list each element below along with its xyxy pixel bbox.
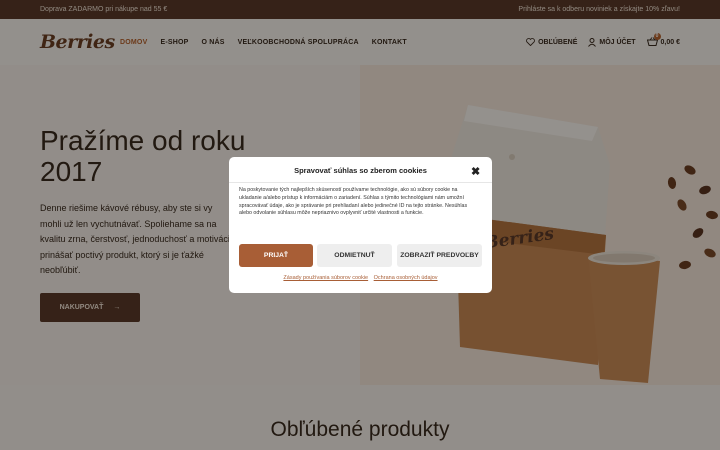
privacy-policy-link[interactable]: Ochrana osobných údajov xyxy=(374,275,438,281)
accept-cookies-button[interactable]: PRIJAŤ xyxy=(239,244,313,267)
cookie-consent-dialog: Spravovať súhlas so zberom cookies ✖ Na … xyxy=(229,157,492,293)
deny-cookies-button[interactable]: ODMIETNUŤ xyxy=(317,244,392,267)
view-preferences-button[interactable]: ZOBRAZIŤ PREDVOĽBY xyxy=(397,244,482,267)
policy-links: Zásady používania súborov cookie Ochrana… xyxy=(229,275,492,281)
cookie-policy-link[interactable]: Zásady používania súborov cookie xyxy=(283,275,368,281)
close-icon[interactable]: ✖ xyxy=(471,165,480,178)
cookie-dialog-body: Na poskytovanie tých najlepších skúsenos… xyxy=(239,187,468,217)
dialog-divider xyxy=(229,182,492,183)
cookie-dialog-title: Spravovať súhlas so zberom cookies xyxy=(294,166,427,175)
